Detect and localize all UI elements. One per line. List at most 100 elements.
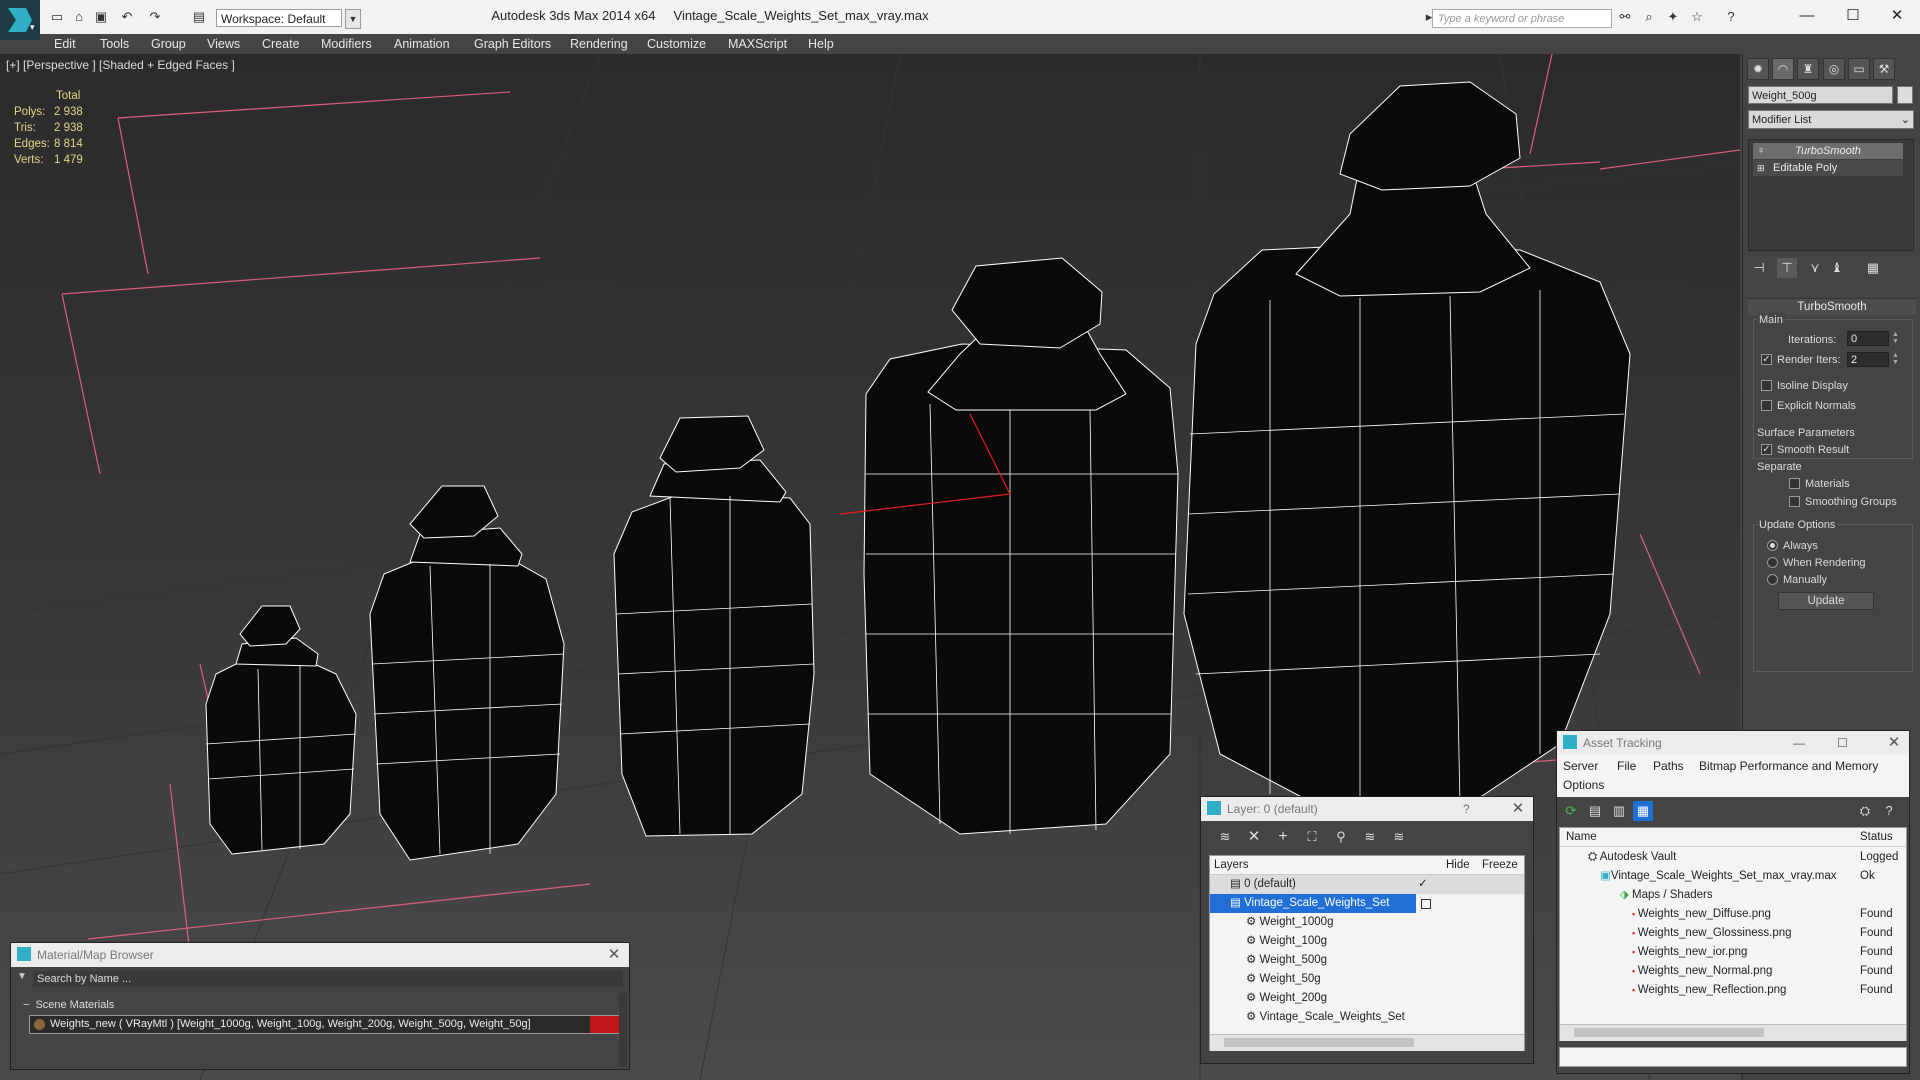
stack-item-turbosmooth[interactable]: ♀ TurboSmooth [1753,143,1903,159]
asset-row-vault[interactable]: ⛭ Autodesk Vault Logged [1560,848,1906,867]
menu-create[interactable]: Create [262,34,300,54]
current-layer-check-icon[interactable]: ✓ [1418,875,1428,894]
object-row-500g[interactable]: ⚙ Weight_500g [1210,951,1327,970]
menu-bitmap-performance[interactable]: Bitmap Performance and Memory [1699,759,1878,773]
asset-row-maps[interactable]: ⬗ Maps / Shaders [1560,886,1906,905]
material-browser-title[interactable]: Material/Map Browser [11,943,629,967]
when-rendering-radio[interactable] [1767,557,1778,568]
smooth-result-checkbox[interactable]: ✓ [1761,444,1772,455]
material-search-input[interactable]: Search by Name ... [33,971,623,987]
motion-tab-icon[interactable]: ◎ [1823,58,1845,80]
workspace-dropdown[interactable]: Workspace: Default [216,9,342,27]
collapse-minus-icon[interactable]: − [17,999,35,1011]
menu-customize[interactable]: Customize [647,34,706,54]
new-layer-icon[interactable]: ≋ [1215,827,1235,847]
make-unique-icon[interactable]: ⋎ [1805,258,1825,278]
pin-stack-icon[interactable]: ⊣ [1749,258,1769,278]
object-row-100g[interactable]: ⚙ Weight_100g [1210,932,1327,951]
col-hide[interactable]: Hide [1446,856,1470,874]
spinner-arrows-icon[interactable]: ▲ ▼ [1891,352,1900,367]
layer-row-weights-set[interactable]: ▤ Vintage_Scale_Weights_Set [1210,894,1416,913]
materials-checkbox[interactable] [1789,478,1800,489]
asset-row-reflection[interactable]: ▪ Weights_new_Reflection.png Found [1560,981,1906,1000]
col-name[interactable]: Name [1566,828,1597,846]
asset-row-ior[interactable]: ▪ Weights_new_ior.png Found [1560,943,1906,962]
menu-edit[interactable]: Edit [54,34,76,54]
search-icon[interactable]: ⌕ [1640,9,1658,25]
material-item[interactable]: Weights_new ( VRayMtl ) [Weight_1000g, W… [29,1015,621,1034]
new-file-icon[interactable]: ▭ [48,9,66,25]
save-icon[interactable]: ▣ [92,9,110,25]
undo-icon[interactable]: ↶ [118,9,136,25]
menu-modifiers[interactable]: Modifiers [321,34,372,54]
search-input[interactable]: Type a keyword or phrase [1432,9,1612,28]
always-radio[interactable] [1767,540,1778,551]
redo-icon[interactable]: ↷ [146,9,164,25]
list-view-icon[interactable]: ▤ [1585,801,1605,821]
object-row-50g[interactable]: ⚙ Weight_50g [1210,970,1321,989]
close-icon[interactable]: ✕ [1503,797,1533,821]
asset-row-glossiness[interactable]: ▪ Weights_new_Glossiness.png Found [1560,924,1906,943]
expand-plus-icon[interactable]: ⊞ [1757,160,1765,176]
menu-views[interactable]: Views [207,34,240,54]
object-row-weights-set[interactable]: ⚙ Vintage_Scale_Weights_Set [1210,1008,1405,1027]
delete-layer-icon[interactable]: ✕ [1244,827,1264,847]
binoculars-icon[interactable]: ⚯ [1616,9,1634,25]
configure-sets-icon[interactable]: ▦ [1863,258,1883,278]
layer-horizontal-scrollbar[interactable] [1210,1034,1524,1051]
show-end-result-icon[interactable]: ⊤ [1777,258,1797,278]
menu-help[interactable]: Help [808,34,834,54]
stack-item-editable-poly[interactable]: ⊞ Editable Poly [1753,160,1903,176]
layer-window-title[interactable]: Layer: 0 (default) [1201,797,1533,821]
utilities-tab-icon[interactable]: ⚒ [1873,58,1895,80]
scrollbar-thumb[interactable] [1574,1028,1764,1037]
display-tab-icon[interactable]: ▭ [1848,58,1870,80]
menu-animation[interactable]: Animation [394,34,450,54]
minimize-icon[interactable]: — [1784,0,1830,32]
manually-radio[interactable] [1767,574,1778,585]
set-current-checkbox[interactable] [1421,899,1431,909]
detail-view-icon[interactable]: ▥ [1609,801,1629,821]
close-icon[interactable]: ✕ [1874,0,1920,32]
project-folder-icon[interactable]: ▤ [190,9,208,25]
isoline-display-checkbox[interactable] [1761,380,1772,391]
create-tab-icon[interactable]: ✹ [1747,58,1769,80]
vault-icon[interactable]: ⛭ [1855,801,1875,821]
hierarchy-tab-icon[interactable]: ♜ [1797,58,1819,80]
viewport-label[interactable]: [+] [Perspective ] [Shaded + Edged Faces… [6,58,235,72]
table-view-icon[interactable]: ▦ [1633,801,1653,821]
refresh-icon[interactable]: ⟳ [1561,801,1581,821]
asset-row-normal[interactable]: ▪ Weights_new_Normal.png Found [1560,962,1906,981]
freeze-all-icon[interactable]: ≋ [1389,827,1409,847]
spinner-arrows-icon[interactable]: ▲ ▼ [1891,331,1900,346]
help-icon[interactable]: ? [1463,797,1470,821]
favorites-icon[interactable]: ☆ [1688,9,1706,25]
render-iters-spinner[interactable]: 2 [1847,352,1889,367]
explicit-normals-checkbox[interactable] [1761,400,1772,411]
layer-row-default[interactable]: ▤ 0 (default) ✓ [1210,875,1524,894]
menu-graph-editors[interactable]: Graph Editors [474,34,551,54]
render-iters-checkbox[interactable]: ✓ [1761,354,1772,365]
smoothing-groups-checkbox[interactable] [1789,496,1800,507]
close-icon[interactable]: ✕ [1879,731,1909,755]
asset-horizontal-scrollbar[interactable] [1560,1024,1906,1041]
subscription-icon[interactable]: ✦ [1664,9,1682,25]
asset-path-field[interactable] [1559,1047,1907,1067]
menu-tools[interactable]: Tools [100,34,129,54]
minimize-icon[interactable]: — [1793,731,1805,755]
asset-row-diffuse[interactable]: ▪ Weights_new_Diffuse.png Found [1560,905,1906,924]
menu-maxscript[interactable]: MAXScript [728,34,787,54]
maximize-icon[interactable]: ☐ [1830,0,1876,32]
lightbulb-icon[interactable]: ♀ [1757,143,1765,159]
col-status[interactable]: Status [1860,828,1893,846]
menu-options[interactable]: Options [1563,778,1604,792]
menu-paths[interactable]: Paths [1653,759,1684,773]
iterations-spinner[interactable]: 0 [1847,331,1889,346]
col-layers[interactable]: Layers [1214,856,1249,874]
object-color-swatch[interactable] [1897,86,1913,104]
help-icon[interactable]: ? [1722,9,1740,25]
app-logo-icon[interactable]: ▾ [0,0,40,40]
menu-server[interactable]: Server [1563,759,1598,773]
menu-group[interactable]: Group [151,34,186,54]
object-row-1000g[interactable]: ⚙ Weight_1000g [1210,913,1333,932]
